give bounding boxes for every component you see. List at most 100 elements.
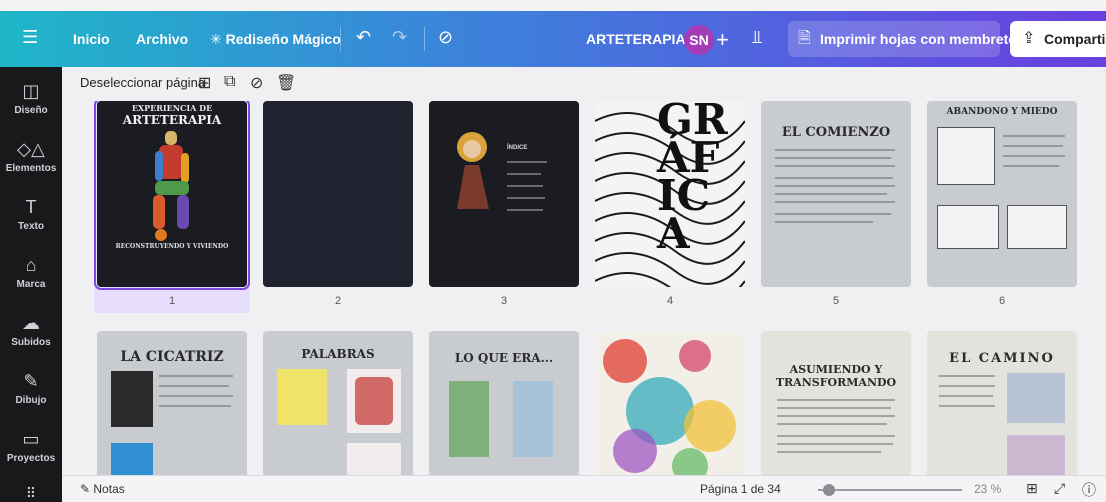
page-thumbnail-10[interactable]: [595, 331, 745, 475]
avatar[interactable]: SN: [684, 25, 714, 55]
text-line: [939, 395, 993, 397]
text-line: [159, 375, 233, 377]
red-scribble-artwork: [347, 369, 401, 433]
page-indicator: Página 1 de 34: [700, 482, 781, 496]
girl-illustration: [457, 132, 489, 209]
text-line: [775, 185, 895, 187]
menu-rediseno-magico[interactable]: ✳ Rediseño Mágico: [210, 31, 341, 48]
page-thumbnail-8[interactable]: PALABRAS: [263, 331, 413, 475]
text-line: [159, 385, 229, 387]
share-icon: ⇪: [1022, 30, 1036, 47]
sidebar-item-apps[interactable]: ⠿: [0, 479, 62, 502]
page-thumbnail-2[interactable]: [263, 101, 413, 287]
bottom-status-bar: ✎ Notas Página 1 de 34 23 % ⊞ ⤢ ⓘ: [62, 475, 1106, 502]
notes-button[interactable]: ✎ Notas: [80, 482, 125, 496]
page-number-4: 4: [666, 295, 674, 307]
page-thumbnail-4[interactable]: GRÁFICA: [595, 101, 745, 287]
add-page-icon[interactable]: ⊞: [198, 73, 211, 93]
text-line: [777, 451, 881, 453]
apps-grid-icon: ⠿: [25, 485, 37, 501]
page-thumbnail-12[interactable]: EL CAMINO: [927, 331, 1077, 475]
portrait-drawing: [1007, 435, 1065, 475]
grid-view-icon[interactable]: ⊞: [1026, 480, 1038, 497]
page-thumbnail-1[interactable]: EXPERIENCIA DE ARTETERAPIA RECONSTRUYEND…: [94, 101, 250, 290]
layout-icon: ◫: [22, 81, 40, 101]
menu-inicio[interactable]: Inicio: [73, 31, 110, 47]
page-thumbnail-6[interactable]: ABANDONO Y MIEDO: [927, 101, 1077, 287]
sketch-image: [1007, 205, 1067, 249]
shapes-icon: ◇△: [17, 139, 45, 159]
deselect-page-button[interactable]: Deseleccionar página: [80, 75, 205, 90]
page-thumbnail-3[interactable]: ÍNDICE: [429, 101, 579, 287]
text-line: [775, 157, 891, 159]
left-sidebar: ◫ Diseño ◇△ Elementos T Texto ⌂ Marca ☁ …: [0, 67, 62, 502]
brand-icon: ⌂: [25, 255, 37, 275]
duplicate-page-icon[interactable]: ⧉: [224, 73, 235, 91]
hamburger-icon[interactable]: ☰: [22, 27, 38, 48]
page-number-5: 5: [832, 295, 840, 307]
print-image: [111, 371, 153, 427]
share-button[interactable]: ⇪ Compartir: [1010, 21, 1106, 57]
fullscreen-icon[interactable]: ⤢: [1054, 480, 1065, 497]
help-icon[interactable]: ⓘ: [1082, 480, 1096, 500]
add-collaborator-icon[interactable]: +: [716, 25, 740, 55]
text-line: [777, 423, 887, 425]
text-line: [775, 177, 893, 179]
zoom-level[interactable]: 23 %: [974, 482, 1001, 496]
page-thumbnail-11[interactable]: ASUMIENDO Y TRANSFORMANDO: [761, 331, 911, 475]
bar-chart-icon[interactable]: ⫫: [752, 27, 762, 48]
text-line: [1003, 135, 1065, 137]
text-line: [775, 193, 887, 195]
sidebar-item-proyectos[interactable]: ▭ Proyectos: [0, 423, 62, 481]
page-toolbar: Deseleccionar página ⊞ ⧉ ⊘ 🗑: [62, 67, 1106, 101]
delete-page-icon[interactable]: 🗑: [276, 73, 296, 93]
text-line: [777, 407, 891, 409]
index-line: [507, 209, 543, 211]
text-line: [775, 201, 895, 203]
index-line: [507, 173, 541, 175]
undo-icon[interactable]: ↶: [356, 27, 371, 48]
page-number-1: 1: [168, 295, 176, 307]
sidebar-item-texto[interactable]: T Texto: [0, 191, 62, 249]
blue-texture-image: [111, 443, 153, 475]
print-letterhead-button[interactable]: 🗎 Imprimir hojas con membretes: [788, 21, 1024, 57]
divider: [424, 27, 425, 51]
sidebar-item-dibujo[interactable]: ✎ Dibujo: [0, 365, 62, 423]
red-scribble: [355, 377, 393, 425]
browser-strip: [0, 0, 1106, 11]
index-line: [507, 197, 545, 199]
sidebar-item-diseno[interactable]: ◫ Diseño: [0, 75, 62, 133]
text-line: [939, 405, 995, 407]
page-thumbnail-9[interactable]: LO QUE ERA...: [429, 331, 579, 475]
page-number-2: 2: [334, 295, 342, 307]
text-line: [939, 385, 995, 387]
page-thumbnail-5[interactable]: EL COMIENZO: [761, 101, 911, 287]
text-line: [159, 395, 233, 397]
text-line: [159, 405, 231, 407]
text-line: [1003, 145, 1063, 147]
text-line: [777, 443, 893, 445]
hide-page-icon[interactable]: ⊘: [250, 73, 263, 93]
sidebar-item-marca[interactable]: ⌂ Marca: [0, 249, 62, 307]
sidebar-item-elementos[interactable]: ◇△ Elementos: [0, 133, 62, 191]
redo-icon[interactable]: ↷: [392, 27, 407, 48]
editor-header: ☰ Inicio Archivo ✳ Rediseño Mágico ↶ ↷ ⊘…: [0, 11, 1106, 67]
menu-archivo[interactable]: Archivo: [136, 31, 188, 47]
sketch-image: [937, 205, 999, 249]
project-title[interactable]: ARTETERAPIA: [586, 31, 686, 47]
page-number-6: 6: [998, 295, 1006, 307]
zoom-slider-handle[interactable]: [823, 484, 836, 496]
index-line: [507, 185, 543, 187]
cloud-saved-icon[interactable]: ⊘: [438, 27, 453, 48]
sidebar-item-subidos[interactable]: ☁ Subidos: [0, 307, 62, 365]
text-line: [775, 165, 895, 167]
text-line: [1003, 155, 1065, 157]
page-thumbnail-7[interactable]: LA CICATRIZ: [97, 331, 247, 475]
figure-drawing: [449, 381, 489, 457]
sculpture-image: [153, 131, 189, 241]
zoom-slider[interactable]: [818, 489, 962, 491]
index-line: [507, 161, 547, 163]
sketch-image: [937, 127, 995, 185]
watercolor-artwork: [603, 339, 736, 475]
text-line: [777, 415, 895, 417]
